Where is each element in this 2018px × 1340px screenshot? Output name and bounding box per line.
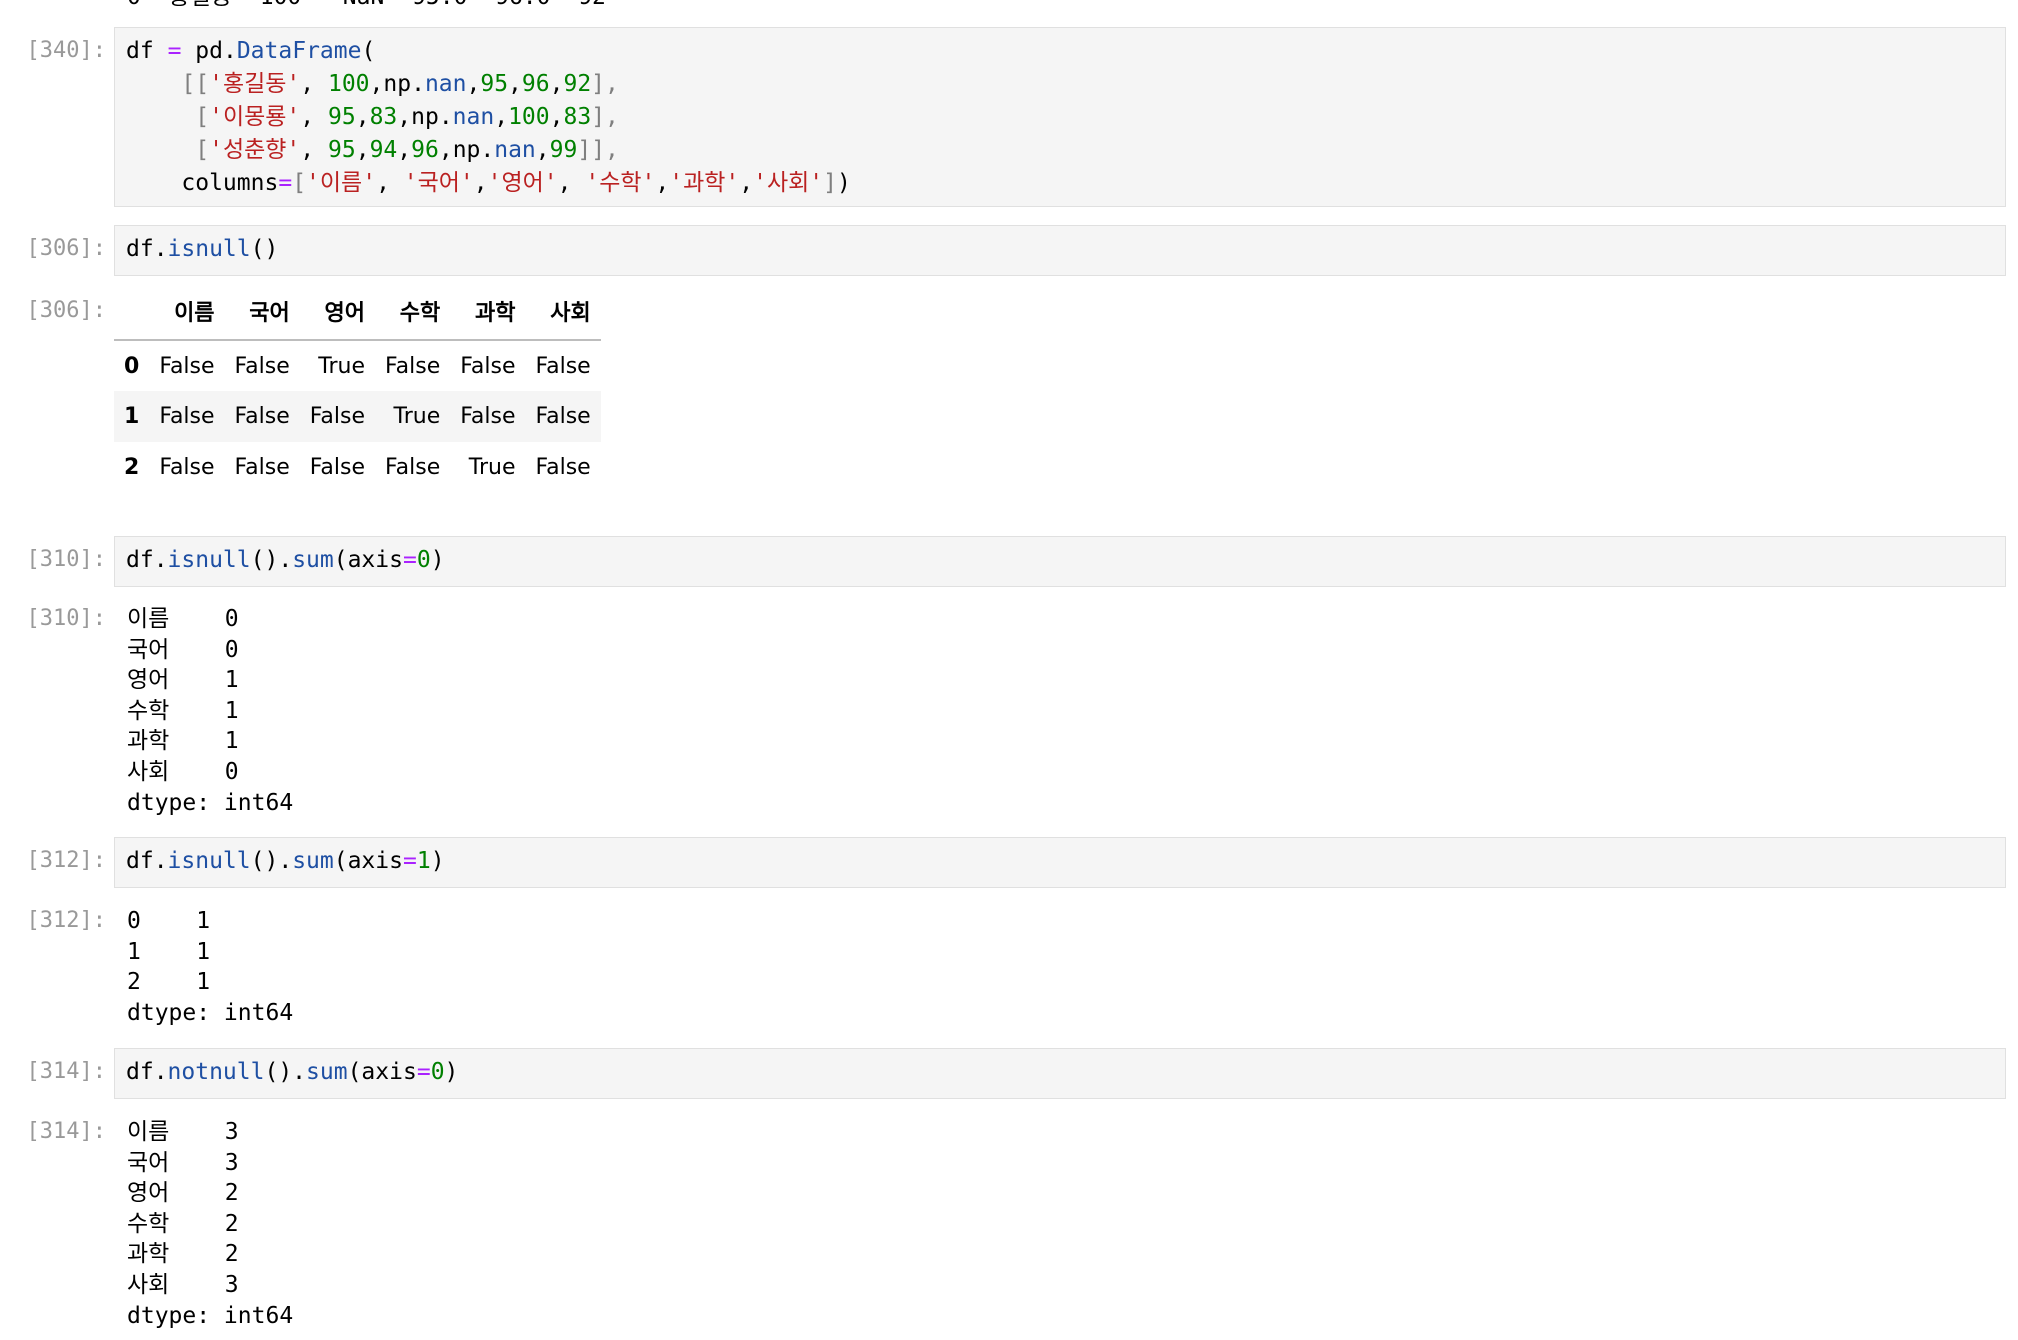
code-line: ['이몽룡', 95,83,np.nan,100,83], — [195, 104, 619, 130]
dtype-line: dtype: int64 — [127, 1302, 294, 1329]
isnull-dataframe-table: 이름 국어 영어 수학 과학 사회 0 False False True Fal… — [114, 283, 601, 493]
column-header: 영어 — [299, 283, 376, 341]
code-cell-310[interactable]: df.isnull().sum(axis=0) — [114, 536, 2006, 587]
input-prompt-310: [310]: — [26, 547, 106, 572]
code-line: df.notnull().sum(axis=0) — [126, 1059, 459, 1085]
code-cell-314[interactable]: df.notnull().sum(axis=0) — [114, 1048, 2006, 1099]
output-prompt-306: [306]: — [26, 298, 106, 323]
table-row: 0 False False True False False False — [114, 340, 601, 391]
input-prompt-312: [312]: — [26, 848, 106, 873]
table-cell: False — [234, 404, 290, 429]
column-header: 이름 — [149, 283, 225, 341]
table-cell: True — [318, 353, 366, 379]
series-line: 사회 3 — [127, 1271, 239, 1298]
column-header: 사회 — [525, 283, 601, 341]
table-cell: False — [159, 353, 215, 379]
table-cell: False — [460, 404, 516, 429]
code-line: df.isnull().sum(axis=0) — [126, 547, 445, 573]
series-line: 영어 2 — [127, 1180, 239, 1207]
table-cell: True — [393, 404, 441, 429]
row-index: 1 — [124, 404, 140, 429]
code-cell-306[interactable]: df.isnull() — [114, 225, 2006, 276]
series-line: 1 1 — [127, 938, 211, 965]
input-prompt-314: [314]: — [26, 1059, 106, 1084]
series-line: 이름 3 — [127, 1119, 239, 1145]
output-series-314: 이름 3 국어 3 영어 2 수학 2 과학 2 사회 3 dtype: int… — [127, 1117, 293, 1331]
series-line: 사회 0 — [127, 758, 239, 785]
output-prompt-312: [312]: — [26, 908, 106, 933]
table-cell: False — [159, 404, 215, 429]
index-header — [114, 283, 150, 341]
table-row: 2 False False False False True False — [114, 442, 601, 493]
output-series-312: 0 1 1 1 2 1 dtype: int64 — [127, 906, 293, 1028]
dtype-line: dtype: int64 — [127, 999, 294, 1026]
table-cell: False — [309, 455, 366, 480]
series-line: 이름 0 — [127, 606, 239, 632]
table-cell: False — [385, 353, 441, 379]
column-header: 수학 — [375, 283, 451, 341]
series-line: 0 1 — [127, 908, 211, 934]
code-line: [['홍길동', 100,np.nan,95,96,92], — [181, 71, 619, 97]
table-cell: False — [234, 455, 290, 480]
code-line: columns=['이름', '국어','영어', '수학','과학','사회'… — [181, 170, 851, 196]
series-line: 수학 2 — [127, 1210, 239, 1237]
code-line: df.isnull() — [126, 236, 279, 262]
code-cell-312[interactable]: df.isnull().sum(axis=1) — [114, 837, 2006, 888]
code-cell-340[interactable]: df = pd.DataFrame( [['홍길동', 100,np.nan,9… — [114, 27, 2006, 207]
code-line: ['성춘향', 95,94,96,np.nan,99]], — [195, 137, 619, 163]
series-line: 과학 1 — [127, 728, 239, 755]
series-line: 수학 1 — [127, 697, 239, 724]
series-line: 국어 0 — [127, 636, 239, 663]
input-prompt-306: [306]: — [26, 236, 106, 261]
table-header-row: 이름 국어 영어 수학 과학 사회 — [114, 283, 601, 341]
series-line: 영어 1 — [127, 667, 239, 694]
series-line: 2 1 — [127, 969, 211, 996]
row-index: 2 — [124, 455, 140, 480]
table-cell: False — [159, 455, 215, 480]
table-cell: False — [535, 353, 591, 379]
column-header: 과학 — [450, 283, 526, 341]
row-index: 0 — [124, 353, 140, 379]
table-cell: False — [460, 353, 516, 379]
column-header: 국어 — [224, 283, 300, 341]
output-prompt-314: [314]: — [26, 1119, 106, 1144]
table-cell: False — [535, 455, 591, 480]
table-cell: False — [234, 353, 290, 379]
previous-output-fragment: 0 홍길동 100 NaN 95.0 96.0 92 — [127, 0, 606, 12]
table-cell: False — [385, 455, 441, 480]
table-cell: True — [468, 455, 516, 480]
input-prompt-340: [340]: — [26, 38, 106, 63]
output-prompt-310: [310]: — [26, 606, 106, 631]
series-line: 국어 3 — [127, 1149, 239, 1176]
table-cell: False — [535, 404, 591, 429]
output-series-310: 이름 0 국어 0 영어 1 수학 1 과학 1 사회 0 dtype: int… — [127, 604, 293, 818]
code-line: df = pd.DataFrame( — [126, 38, 376, 64]
table-row: 1 False False False True False False — [114, 391, 601, 442]
code-line: df.isnull().sum(axis=1) — [126, 848, 445, 874]
series-line: 과학 2 — [127, 1241, 239, 1268]
table-cell: False — [309, 404, 366, 429]
dtype-line: dtype: int64 — [127, 789, 294, 816]
